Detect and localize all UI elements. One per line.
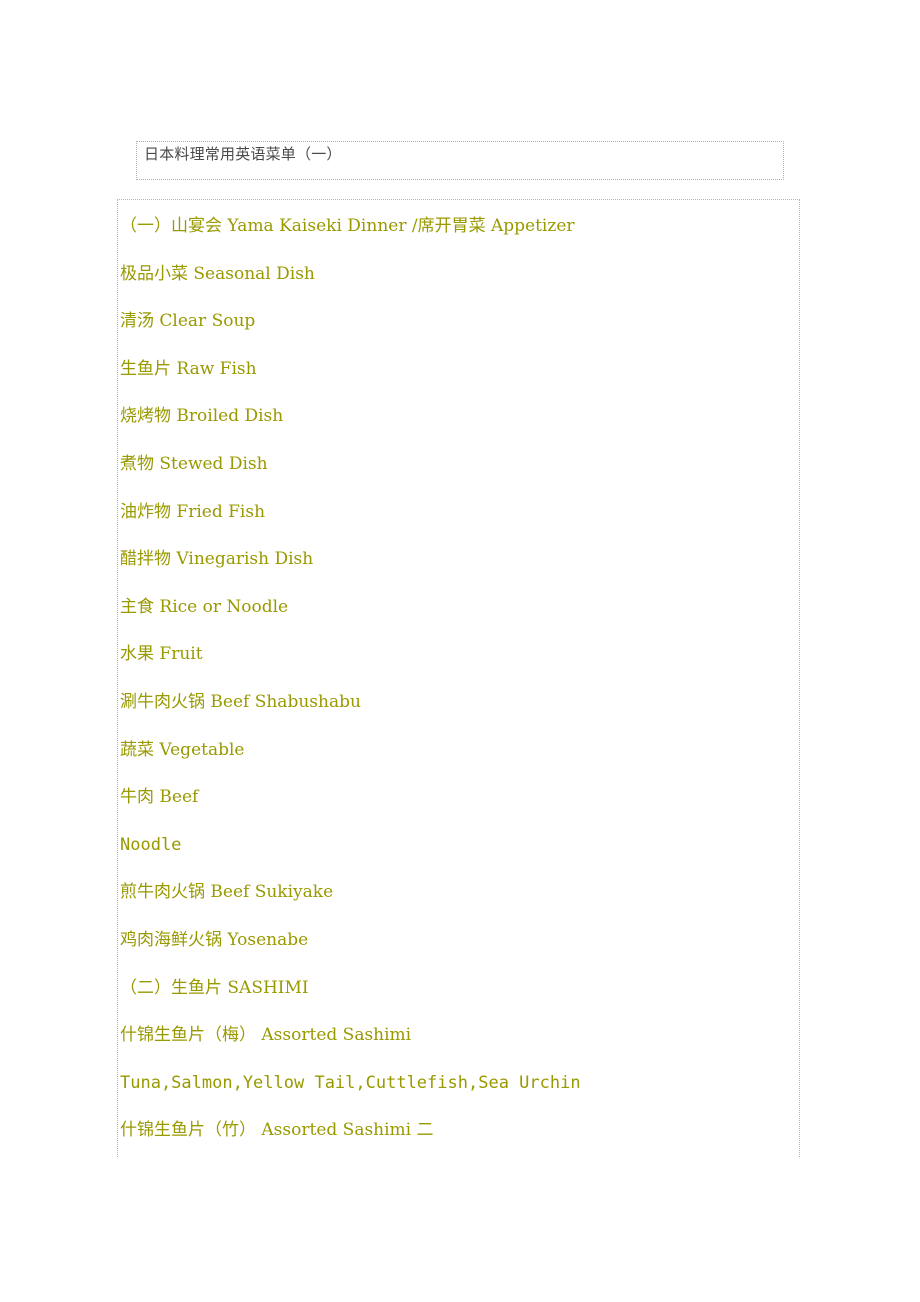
- menu-line: （一）山宴会 Yama Kaiseki Dinner /席开胃菜 Appetiz…: [120, 216, 575, 236]
- menu-line-list: （一）山宴会 Yama Kaiseki Dinner /席开胃菜 Appetiz…: [118, 200, 799, 1155]
- page-title: 日本料理常用英语菜单（一）: [144, 145, 342, 163]
- menu-line: 涮牛肉火锅 Beef Shabushabu: [120, 691, 361, 712]
- menu-line: 生鱼片 Raw Fish: [120, 358, 257, 379]
- menu-line: 油炸物 Fried Fish: [120, 501, 266, 522]
- menu-line: 水果 Fruit: [120, 644, 203, 665]
- menu-content-box: （一）山宴会 Yama Kaiseki Dinner /席开胃菜 Appetiz…: [117, 199, 800, 1157]
- menu-line: 主食 Rice or Noodle: [120, 596, 289, 617]
- menu-line: 烧烤物 Broiled Dish: [120, 406, 284, 427]
- menu-line: 煮物 Stewed Dish: [120, 453, 268, 474]
- menu-line: 清汤 Clear Soup: [120, 311, 256, 332]
- menu-line: 什锦生鱼片（竹） Assorted Sashimi 二: [120, 1120, 434, 1141]
- menu-line: Tuna,Salmon,Yellow Tail,Cuttlefish,Sea U…: [120, 1072, 581, 1093]
- menu-line: 什锦生鱼片（梅） Assorted Sashimi: [120, 1025, 412, 1046]
- document-title-box: 日本料理常用英语菜单（一）: [136, 141, 784, 180]
- menu-line: 鸡肉海鲜火锅 Yosenabe: [120, 929, 309, 950]
- menu-line: 蔬菜 Vegetable: [120, 739, 245, 760]
- menu-line: 煎牛肉火锅 Beef Sukiyake: [120, 882, 334, 903]
- menu-line: （二）生鱼片 SASHIMI: [120, 977, 309, 998]
- menu-line: Noodle: [120, 834, 182, 855]
- menu-line: 牛肉 Beef: [120, 787, 199, 808]
- menu-line: 醋拌物 Vinegarish Dish: [120, 549, 314, 570]
- menu-line: 极品小菜 Seasonal Dish: [120, 263, 315, 284]
